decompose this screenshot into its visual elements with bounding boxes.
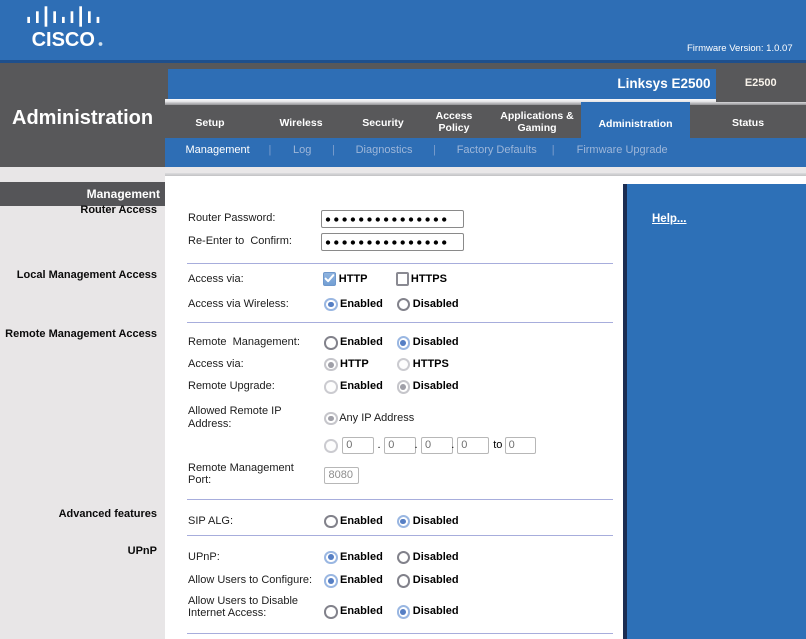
- svg-text:CISCO: CISCO: [32, 29, 95, 50]
